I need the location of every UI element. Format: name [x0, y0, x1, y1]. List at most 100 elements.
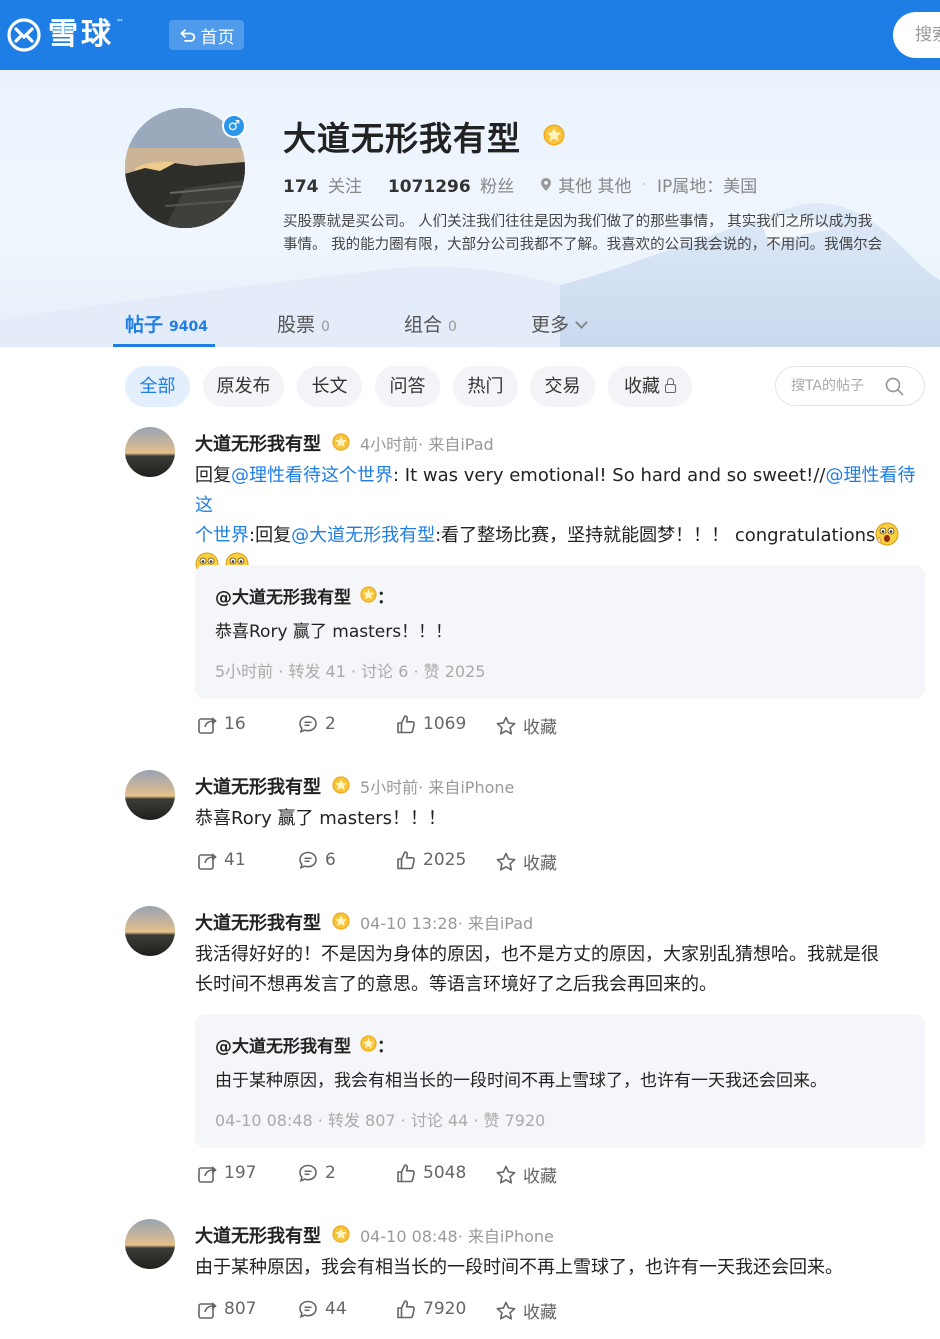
filter-long-posts[interactable]: 长文: [297, 366, 362, 407]
comment-button[interactable]: 2: [297, 713, 336, 735]
star-icon: [496, 716, 516, 735]
thumbs-up-icon: [397, 1164, 415, 1183]
filter-all[interactable]: 全部: [125, 366, 190, 407]
like-button[interactable]: 7920: [395, 1298, 466, 1320]
comment-button[interactable]: 2: [297, 1162, 336, 1184]
top-navigation-bar: 雪球 ™ 首页 搜索: [0, 0, 940, 70]
quoted-meta: 5小时前 · 转发 41 · 讨论 6 · 赞 2025: [215, 662, 486, 681]
filter-favorites[interactable]: 收藏: [608, 366, 692, 407]
post-text: 由于某种原因，我会有相当长的一段时间不再上雪球了，也许有一天我还会回来。: [195, 1257, 843, 1278]
text-segment: : It was very emotional! So hard and so …: [393, 465, 826, 486]
mention-link[interactable]: 个世界: [195, 525, 249, 546]
favorite-label: 收藏: [523, 1303, 557, 1323]
post-text-line: 长时间不想再发言了的意思。等语言环境好了之后我会再回来的。: [195, 974, 717, 995]
verified-badge-icon: [332, 433, 350, 451]
like-count: 2025: [423, 850, 467, 870]
star-icon: [496, 1301, 516, 1320]
comment-icon: [299, 1300, 317, 1318]
global-search-input[interactable]: 搜索: [893, 12, 940, 58]
home-button[interactable]: 首页: [169, 20, 244, 50]
like-button[interactable]: 1069: [395, 713, 466, 735]
favorite-button[interactable]: 收藏: [495, 1162, 557, 1187]
tab-portfolios[interactable]: 组合 0: [404, 310, 457, 337]
post-meta: 5小时前· 来自iPhone: [360, 778, 515, 797]
favorite-button[interactable]: 收藏: [495, 1298, 557, 1323]
post-meta: 4小时前· 来自iPad: [360, 435, 494, 454]
comment-count: 44: [325, 1299, 347, 1319]
tab-more[interactable]: 更多: [531, 310, 588, 337]
repost-button[interactable]: 807: [196, 1298, 256, 1320]
quoted-text: 恭喜Rory 赢了 masters！！！: [215, 622, 453, 642]
quoted-meta: 04-10 08:48 · 转发 807 · 讨论 44 · 赞 7920: [215, 1111, 546, 1130]
logo-text: 雪球: [48, 17, 114, 52]
tab-posts[interactable]: 帖子 9404: [125, 310, 208, 337]
text-segment: 回复: [195, 465, 231, 486]
xueqiu-logo[interactable]: 雪球 ™: [6, 16, 124, 54]
ip-location-text: IP属地：美国: [656, 177, 758, 197]
post-author[interactable]: 大道无形我有型: [195, 773, 321, 799]
filter-favorites-label: 收藏: [624, 376, 660, 397]
post-avatar[interactable]: [125, 427, 175, 477]
post-text-line: 我活得好好的！不是因为身体的原因，也不是方丈的原因，大家别乱猜想哈。我就是很: [195, 944, 879, 965]
filter-trades[interactable]: 交易: [530, 366, 595, 407]
mention-link[interactable]: @大道无形我有型: [291, 525, 435, 546]
filter-qa[interactable]: 问答: [375, 366, 440, 407]
search-icon[interactable]: [885, 377, 904, 396]
favorite-button[interactable]: 收藏: [495, 849, 557, 874]
location-text: 其他 其他: [558, 177, 632, 197]
quoted-author[interactable]: @大道无形我有型: [215, 1032, 351, 1057]
comment-button[interactable]: 6: [297, 849, 336, 871]
filter-hot[interactable]: 热门: [453, 366, 518, 407]
profile-bio: 买股票就是买公司。 人们关注我们往往是因为我们做了的那些事情， 其实我们之所以成…: [283, 211, 940, 257]
following-stat[interactable]: 174 关注: [283, 172, 362, 197]
post-text: 回复@理性看待这个世界: It was very emotional! So h…: [195, 461, 920, 581]
quoted-post[interactable]: @大道无形我有型 ： 恭喜Rory 赢了 masters！！！ 5小时前 · 转…: [195, 565, 925, 699]
tab-label: 帖子: [125, 314, 164, 336]
repost-button[interactable]: 41: [196, 849, 246, 871]
post-avatar[interactable]: [125, 770, 175, 820]
repost-icon: [198, 1302, 217, 1319]
comment-button[interactable]: 44: [297, 1298, 347, 1320]
comment-icon: [299, 851, 317, 869]
tab-label: 更多: [531, 314, 570, 336]
quoted-text: 由于某种原因，我会有相当长的一段时间不再上雪球了，也许有一天我还会回来。: [215, 1071, 827, 1091]
filter-original[interactable]: 原发布: [203, 366, 284, 407]
thumbs-up-icon: [397, 851, 415, 870]
post-avatar[interactable]: [125, 1219, 175, 1269]
post-avatar[interactable]: [125, 906, 175, 956]
quoted-author[interactable]: @大道无形我有型: [215, 583, 351, 608]
like-count: 5048: [423, 1163, 467, 1183]
followers-count: 1071296: [387, 177, 471, 197]
like-button[interactable]: 2025: [395, 849, 466, 871]
verified-badge-icon: [332, 1225, 350, 1243]
mention-link[interactable]: @理性看待这个世界: [231, 465, 393, 486]
repost-button[interactable]: 16: [196, 713, 246, 735]
repost-button[interactable]: 197: [196, 1162, 256, 1184]
repost-count: 197: [224, 1163, 257, 1183]
post-search-input[interactable]: 搜TA的帖子: [775, 366, 925, 406]
post-text: 恭喜Rory 赢了 masters！！！: [195, 808, 447, 829]
post-author[interactable]: 大道无形我有型: [195, 909, 321, 935]
verified-badge-icon: [543, 124, 565, 146]
thumbs-up-icon: [397, 715, 415, 734]
stats-divider: ·: [641, 174, 647, 195]
quoted-post[interactable]: @大道无形我有型 ： 由于某种原因，我会有相当长的一段时间不再上雪球了，也许有一…: [195, 1014, 925, 1148]
followers-stat[interactable]: 1071296 粉丝: [388, 172, 514, 197]
post-author[interactable]: 大道无形我有型: [195, 1222, 321, 1248]
tab-stocks[interactable]: 股票 0: [277, 310, 330, 337]
favorite-label: 收藏: [523, 854, 557, 874]
location-pin-icon: [541, 178, 552, 191]
comment-count: 2: [325, 714, 336, 734]
bio-line: 买股票就是买公司。 人们关注我们往往是因为我们做了的那些事情， 其实我们之所以成…: [283, 214, 873, 230]
repost-count: 807: [224, 1299, 257, 1319]
like-button[interactable]: 5048: [395, 1162, 466, 1184]
text-segment: :看了整场比赛，坚持就能圆梦！！！ congratulations: [435, 525, 876, 546]
favorite-button[interactable]: 收藏: [495, 713, 557, 738]
post-author[interactable]: 大道无形我有型: [195, 430, 321, 456]
post-meta: 04-10 13:28· 来自iPad: [360, 914, 534, 933]
repost-icon: [198, 853, 217, 870]
favorite-label: 收藏: [523, 718, 557, 738]
tab-count: 0: [321, 319, 330, 335]
followers-label: 粉丝: [480, 177, 515, 197]
profile-username: 大道无形我有型: [283, 119, 521, 158]
